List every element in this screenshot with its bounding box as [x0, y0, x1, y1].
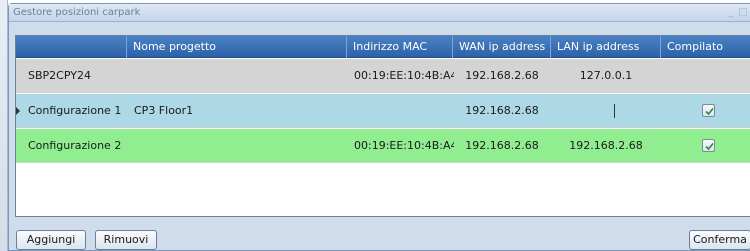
- header-name[interactable]: [16, 36, 127, 58]
- cell-nome-progetto[interactable]: [134, 59, 344, 93]
- header-compilato[interactable]: Compilato: [661, 36, 750, 58]
- cell-lan-ip[interactable]: 127.0.0.1: [551, 59, 661, 93]
- cell-wan-ip[interactable]: 192.168.2.68: [453, 59, 551, 93]
- current-row-arrow-icon: [16, 107, 20, 115]
- check-icon: [705, 142, 714, 151]
- cell-nome-progetto[interactable]: [134, 129, 344, 163]
- window-titlebar[interactable]: Gestore posizioni carpark _ □: [9, 4, 750, 22]
- background-panel-edge: [0, 0, 8, 251]
- check-icon: [705, 107, 714, 116]
- cell-mac[interactable]: 00:19:EE:10:4B:A4: [354, 129, 454, 163]
- carpark-manager-window: Gestore posizioni carpark _ □ Nome proge…: [8, 3, 750, 251]
- row-indicator: [16, 94, 21, 128]
- cell-wan-ip[interactable]: 192.168.2.68: [453, 94, 551, 128]
- compilato-checkbox[interactable]: [702, 104, 715, 117]
- header-indirizzo-mac[interactable]: Indirizzo MAC: [347, 36, 453, 58]
- minimize-icon[interactable]: _: [725, 6, 737, 19]
- cell-lan-ip[interactable]: [551, 94, 661, 128]
- cell-lan-ip[interactable]: 192.168.2.68: [551, 129, 661, 163]
- confirm-button[interactable]: Conferma: [689, 230, 750, 250]
- cell-wan-ip[interactable]: 192.168.2.68: [453, 129, 551, 163]
- grid-header: Nome progetto Indirizzo MAC WAN ip addre…: [16, 36, 750, 58]
- compilato-checkbox[interactable]: [702, 139, 715, 152]
- header-lan-ip[interactable]: LAN ip address: [551, 36, 661, 58]
- add-button[interactable]: Aggiungi: [16, 230, 86, 250]
- text-cursor: [614, 104, 615, 118]
- table-row[interactable]: Configurazione 1 CP3 Floor1 192.168.2.68: [16, 94, 750, 128]
- table-row[interactable]: SBP2CPY24 00:19:EE:10:4B:A4 192.168.2.68…: [16, 59, 750, 93]
- table-row[interactable]: Configurazione 2 00:19:EE:10:4B:A4 192.1…: [16, 129, 750, 163]
- cell-mac[interactable]: [354, 94, 454, 128]
- cell-nome-progetto[interactable]: CP3 Floor1: [134, 94, 344, 128]
- carpark-grid: Nome progetto Indirizzo MAC WAN ip addre…: [15, 35, 750, 217]
- cell-name[interactable]: Configurazione 2: [28, 129, 128, 163]
- cell-name[interactable]: SBP2CPY24: [28, 59, 128, 93]
- dialog-footer: Aggiungi Rimuovi Conferma: [9, 224, 750, 251]
- cell-name[interactable]: Configurazione 1: [28, 94, 128, 128]
- cell-mac[interactable]: 00:19:EE:10:4B:A4: [354, 59, 454, 93]
- window-title: Gestore posizioni carpark: [13, 7, 141, 18]
- header-wan-ip[interactable]: WAN ip address: [453, 36, 551, 58]
- remove-button[interactable]: Rimuovi: [95, 230, 157, 250]
- maximize-icon[interactable]: □: [737, 6, 749, 19]
- header-nome-progetto[interactable]: Nome progetto: [127, 36, 347, 58]
